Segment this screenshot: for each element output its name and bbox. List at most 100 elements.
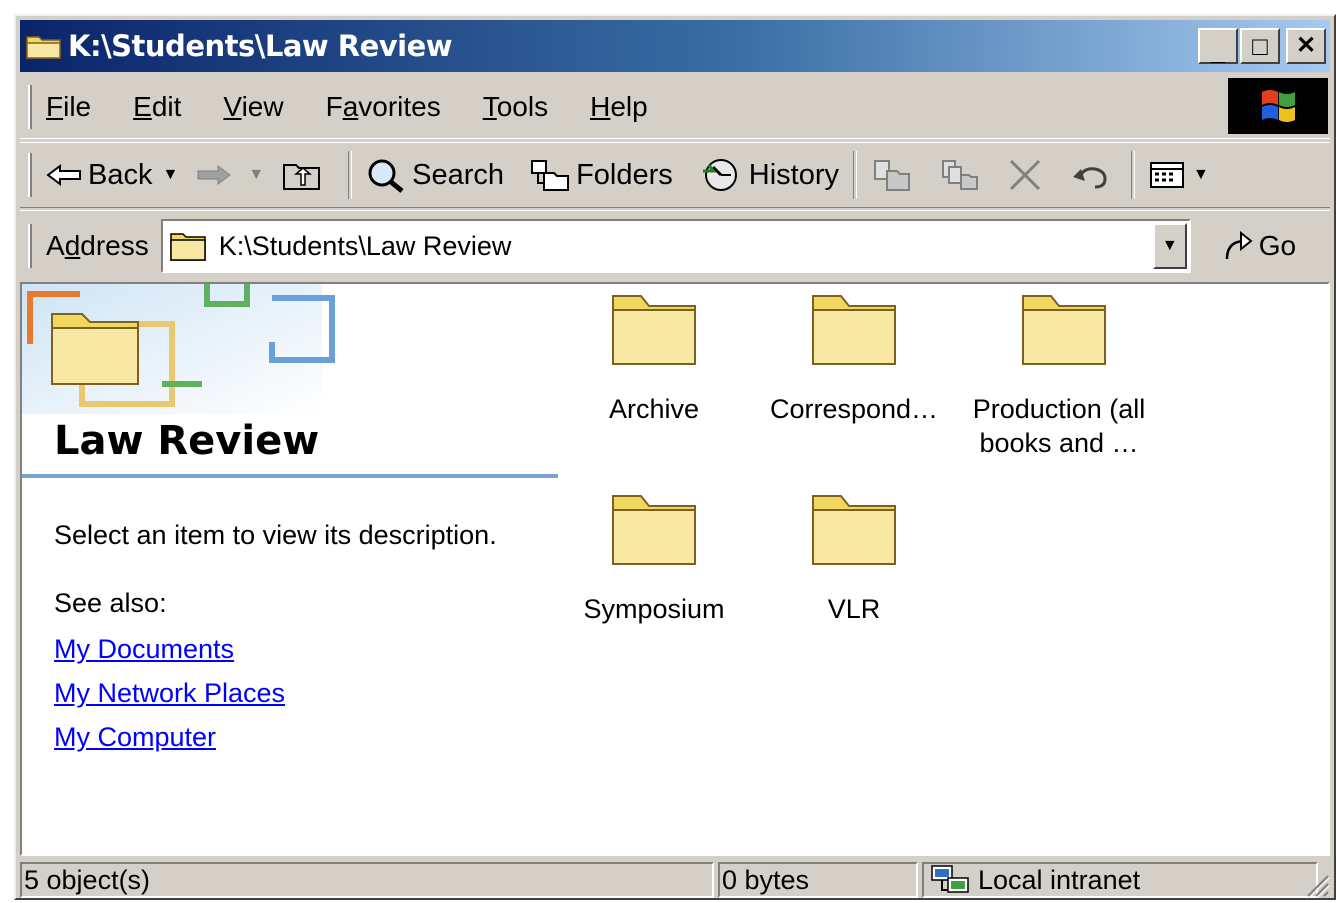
up-folder-icon <box>282 159 322 191</box>
folder-item[interactable]: VLR <box>764 490 944 626</box>
delete-button[interactable] <box>1007 157 1049 193</box>
folder-item[interactable]: Archive <box>564 290 744 426</box>
folder-label-line1: Archive <box>608 394 700 424</box>
address-label: Address <box>46 230 149 262</box>
explorer-window: K:\Students\Law Review _ □ ✕ File Edit V… <box>14 14 1336 900</box>
resize-grip-icon[interactable] <box>1300 868 1330 898</box>
search-label: Search <box>412 158 505 191</box>
views-icon <box>1149 159 1185 191</box>
forward-dropdown-icon[interactable]: ▼ <box>248 166 264 184</box>
back-dropdown-icon[interactable]: ▼ <box>162 166 178 184</box>
search-icon <box>366 157 406 193</box>
copy-to-icon <box>939 157 979 193</box>
history-button[interactable]: History <box>699 157 839 193</box>
close-button[interactable]: ✕ <box>1286 28 1326 64</box>
menu-help-key: H <box>590 91 611 122</box>
history-label: History <box>748 158 839 191</box>
folder-label: Production (all books and … <box>954 392 1164 460</box>
folders-button[interactable]: Folders <box>530 157 673 193</box>
local-intranet-icon <box>930 864 970 896</box>
menu-help-label: elp <box>610 91 648 122</box>
maximize-icon: □ <box>1252 31 1268 61</box>
copy-to-button[interactable] <box>939 157 985 193</box>
menu-view-key: V <box>223 91 242 122</box>
menu-tools[interactable]: Tools <box>483 91 548 123</box>
address-label-key: d <box>64 230 81 261</box>
forward-arrow-icon <box>196 163 232 187</box>
folder-label-line1: Symposium <box>583 594 725 624</box>
forward-button[interactable]: ▼ <box>196 163 264 187</box>
pane-description: Select an item to view its description. <box>54 520 497 550</box>
menu-help[interactable]: Help <box>590 91 648 123</box>
menu-bar: File Edit View Favorites Tools Help <box>20 76 1330 139</box>
address-bar: Address K:\Students\Law Review ▼ Go <box>20 210 1330 281</box>
go-arrow-icon <box>1221 229 1255 263</box>
folder-item[interactable]: Correspond… <box>764 290 944 426</box>
folder-label-line2: books and … <box>979 428 1139 458</box>
toolbar-separator <box>853 151 857 199</box>
move-to-button[interactable] <box>871 157 917 193</box>
toolbar-grip[interactable] <box>28 153 32 197</box>
folder-icon <box>812 295 896 365</box>
status-object-count: 5 object(s) <box>20 862 714 898</box>
folder-icon <box>26 31 64 61</box>
maximize-button[interactable]: □ <box>1240 28 1280 64</box>
up-button[interactable] <box>282 159 328 191</box>
minimize-icon: _ <box>1210 36 1226 66</box>
folder-label-line1: VLR <box>827 594 881 624</box>
menu-view[interactable]: View <box>223 91 283 123</box>
title-bar[interactable]: K:\Students\Law Review _ □ ✕ <box>20 20 1330 72</box>
menu-favorites[interactable]: Favorites <box>326 91 441 123</box>
toolbar-separator <box>1131 151 1135 199</box>
address-input[interactable]: K:\Students\Law Review ▼ <box>160 219 1191 273</box>
folder-label: Symposium <box>564 592 744 626</box>
menu-file-key: F <box>46 91 64 122</box>
folder-item[interactable]: Symposium <box>564 490 744 626</box>
menu-file-label: ile <box>63 91 92 122</box>
address-label-pre: A <box>46 230 65 261</box>
go-label: Go <box>1258 230 1297 261</box>
folder-label-line1: Correspond… <box>769 394 939 424</box>
menu-tools-label: ools <box>496 91 549 122</box>
history-icon <box>699 157 743 193</box>
folder-icon <box>812 495 896 565</box>
minimize-button[interactable]: _ <box>1198 28 1238 64</box>
views-dropdown-icon[interactable]: ▼ <box>1193 166 1209 184</box>
folder-view[interactable]: Law Review Select an item to view its de… <box>20 282 1330 856</box>
web-view-pane: Law Review Select an item to view its de… <box>22 284 562 854</box>
folder-icon <box>612 495 696 565</box>
views-button[interactable]: ▼ <box>1149 159 1209 191</box>
see-also-label: See also: <box>54 588 167 618</box>
folder-banner-graphic <box>22 284 335 414</box>
undo-icon <box>1071 159 1111 191</box>
menu-file[interactable]: File <box>46 91 91 123</box>
go-button[interactable]: Go <box>1221 229 1296 263</box>
menu-view-label: iew <box>241 91 284 122</box>
address-dropdown-button[interactable]: ▼ <box>1152 223 1187 269</box>
status-size: 0 bytes <box>718 862 918 898</box>
link-my-network-places[interactable]: My Network Places <box>54 678 285 709</box>
pane-divider <box>22 474 558 478</box>
address-grip[interactable] <box>28 224 32 268</box>
folder-label-line1: Production (all <box>972 394 1146 424</box>
menu-grip[interactable] <box>28 85 32 129</box>
menu-favorites-key: a <box>342 91 359 122</box>
chevron-down-icon: ▼ <box>1161 237 1178 254</box>
address-value: K:\Students\Law Review <box>218 230 512 261</box>
close-icon: ✕ <box>1295 32 1317 59</box>
standard-toolbar: Back ▼ ▼ Search Folders History ▼ <box>20 142 1330 208</box>
menu-edit-label: dit <box>151 91 182 122</box>
back-button[interactable]: Back ▼ <box>46 159 178 192</box>
back-label: Back <box>88 158 153 191</box>
link-my-documents[interactable]: My Documents <box>54 634 285 665</box>
menu-edit[interactable]: Edit <box>133 91 181 123</box>
status-bar: 5 object(s) 0 bytes Local intranet <box>20 862 1330 898</box>
folders-icon <box>530 157 570 193</box>
undo-button[interactable] <box>1071 159 1117 191</box>
folder-label: Archive <box>564 392 744 426</box>
window-title: K:\Students\Law Review <box>68 29 453 63</box>
link-my-computer[interactable]: My Computer <box>54 722 285 753</box>
search-button[interactable]: Search <box>366 157 504 193</box>
folder-item[interactable]: Production (all books and … <box>964 290 1164 460</box>
status-zone-label: Local intranet <box>978 864 1141 895</box>
